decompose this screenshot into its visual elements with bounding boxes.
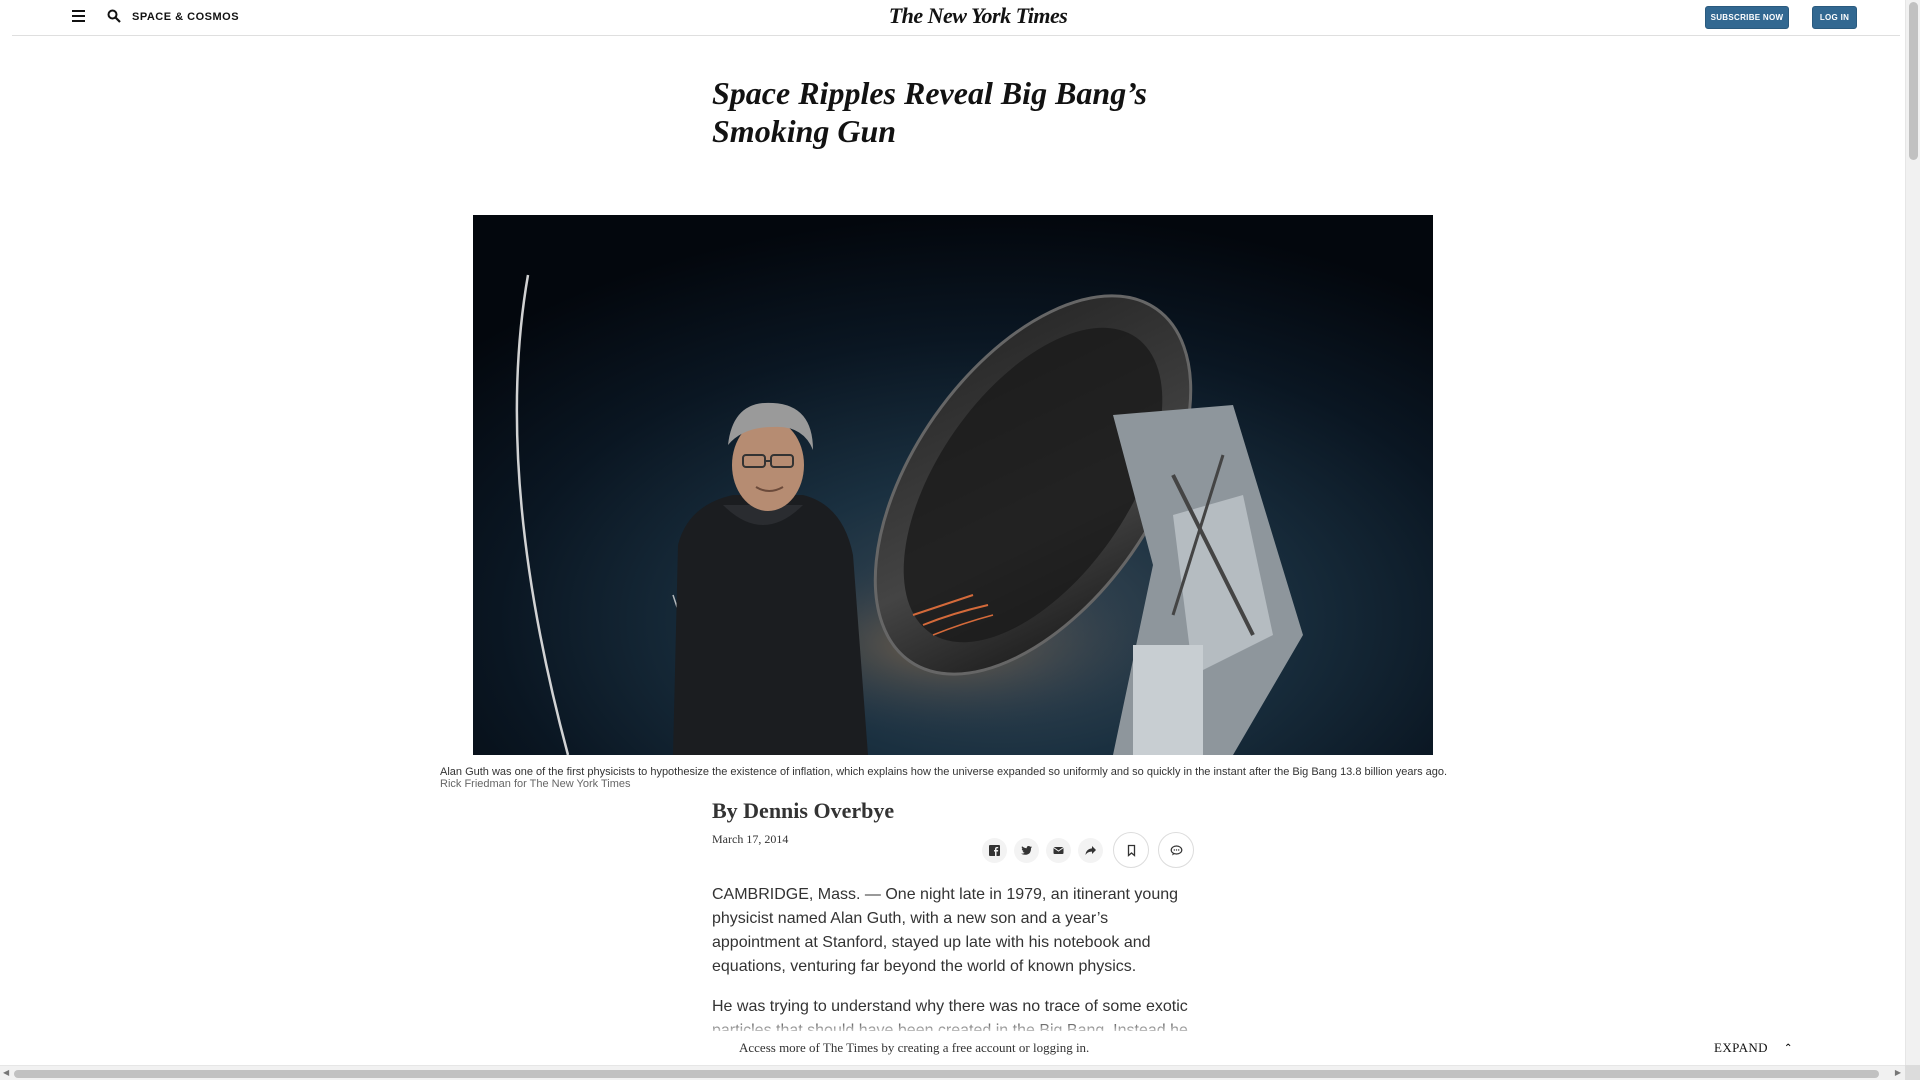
nyt-logo[interactable]: The New York Times xyxy=(889,3,1068,28)
article-headline: Space Ripples Reveal Big Bang’s Smoking … xyxy=(712,75,1147,149)
photo-credit: Rick Friedman for The New York Times xyxy=(440,778,631,790)
gateway-message: Access more of The Times by creating a f… xyxy=(739,1040,1090,1055)
horizontal-scrollbar[interactable]: ◀ ▶ xyxy=(0,1065,1905,1080)
article-photo xyxy=(473,215,1433,755)
share-tools xyxy=(982,832,1200,868)
email-icon[interactable] xyxy=(1046,837,1071,863)
menu-icon[interactable] xyxy=(72,10,85,22)
bookmark-icon[interactable] xyxy=(1113,832,1149,868)
article-paragraph: He was trying to understand why there wa… xyxy=(712,998,1188,1031)
expand-label: EXPAND xyxy=(1714,1040,1768,1055)
login-button[interactable]: LOG IN xyxy=(1812,6,1857,29)
expand-button[interactable]: EXPAND ⌃ xyxy=(1714,1040,1793,1056)
publish-date: March 17, 2014 xyxy=(712,832,789,846)
photo-illustration xyxy=(473,215,1433,755)
comment-icon[interactable] xyxy=(1158,832,1194,868)
vertical-scrollbar-thumb[interactable] xyxy=(1909,2,1918,160)
registration-gateway-bar: Access more of The Times by creating a f… xyxy=(0,1031,1905,1065)
scroll-right-icon[interactable]: ▶ xyxy=(1895,1068,1901,1077)
twitter-icon[interactable] xyxy=(1014,837,1039,863)
scroll-left-icon[interactable]: ◀ xyxy=(3,1068,9,1077)
vertical-scrollbar[interactable] xyxy=(1905,0,1920,1065)
horizontal-scrollbar-thumb[interactable] xyxy=(14,1070,1879,1078)
search-icon[interactable] xyxy=(107,9,121,23)
article-paragraph: CAMBRIDGE, Mass. — One night late in 197… xyxy=(712,886,1179,975)
share-icon[interactable] xyxy=(1078,837,1103,863)
facebook-icon[interactable] xyxy=(982,837,1007,863)
byline[interactable]: By Dennis Overbye xyxy=(712,798,894,824)
scrollbar-corner xyxy=(1905,1065,1920,1080)
chevron-up-icon: ⌃ xyxy=(1783,1042,1793,1054)
subscribe-button[interactable]: SUBSCRIBE NOW xyxy=(1705,6,1789,29)
section-link[interactable]: SPACE & COSMOS xyxy=(132,11,239,23)
